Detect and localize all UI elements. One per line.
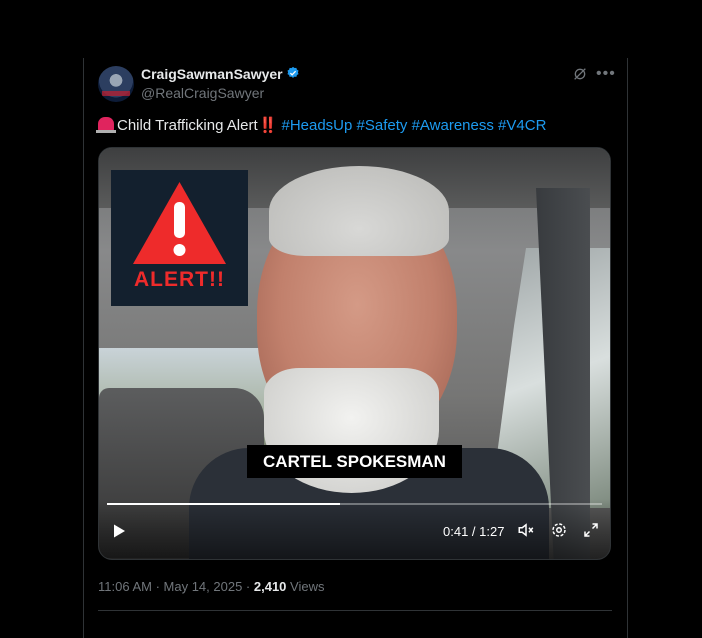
hashtag-link[interactable]: #HeadsUp (281, 117, 352, 134)
warning-triangle-icon (133, 182, 226, 264)
tweet-meta: 11:06 AM · May 14, 2025 · 2,410 Views (98, 579, 324, 594)
divider (98, 610, 612, 611)
tweet-text-main: Child Trafficking Alert (117, 117, 258, 134)
meta-dot: · (151, 579, 164, 594)
meta-dot: · (242, 579, 254, 594)
author-handle[interactable]: @RealCraigSawyer (141, 85, 264, 101)
person-hair (269, 166, 449, 256)
duration: 1:27 (479, 524, 505, 539)
tweet-text: Child Trafficking Alert‼️ #HeadsUp #Safe… (96, 116, 546, 134)
views-count: 2,410 (253, 579, 287, 594)
grok-icon[interactable] (572, 66, 588, 82)
settings-icon[interactable] (550, 521, 568, 539)
video-controls: 0:41 / 1:27 (99, 499, 610, 559)
current-time: 0:41 (443, 524, 469, 539)
verified-badge-icon (287, 66, 299, 78)
more-icon[interactable]: ••• (596, 65, 616, 83)
tweet-date[interactable]: May 14, 2025 (164, 579, 243, 594)
alert-overlay: ALERT!! (111, 170, 248, 306)
tweet-time[interactable]: 11:06 AM (98, 579, 152, 594)
video-caption: CARTEL SPOKESMAN (247, 445, 462, 478)
progress-fill (107, 503, 340, 505)
time-separator: / (468, 524, 480, 539)
fullscreen-icon[interactable] (582, 521, 600, 539)
avatar[interactable] (98, 66, 134, 102)
mute-icon[interactable] (517, 521, 535, 539)
views-label: Views (286, 579, 325, 594)
play-icon[interactable] (111, 523, 127, 539)
double-exclamation: ‼️ (258, 117, 278, 134)
siren-icon (96, 117, 116, 133)
progress-bar[interactable] (107, 503, 602, 505)
author-display-name[interactable]: CraigSawmanSawyer (141, 66, 283, 82)
alert-label: ALERT!! (134, 268, 225, 291)
hashtag-link[interactable]: #Awareness (412, 117, 494, 134)
hashtag-link[interactable]: #V4CR (498, 117, 546, 134)
video-player[interactable]: ALERT!! CARTEL SPOKESMAN 0:41 / 1:27 (98, 147, 611, 560)
video-time: 0:41 / 1:27 (443, 524, 504, 539)
hashtag-link[interactable]: #Safety (357, 117, 408, 134)
